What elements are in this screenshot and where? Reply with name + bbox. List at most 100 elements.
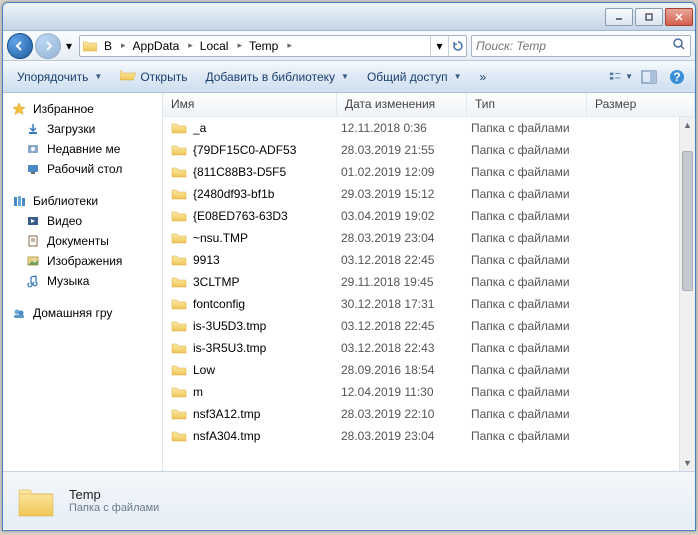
nav-back-button[interactable] [7, 33, 33, 59]
sidebar-libraries-header[interactable]: Библиотеки [3, 191, 162, 211]
file-row[interactable]: nsfA304.tmp28.03.2019 23:04Папка с файла… [163, 425, 695, 447]
scroll-thumb[interactable] [682, 151, 693, 291]
breadcrumb-segment[interactable]: B [100, 36, 118, 56]
close-button[interactable] [665, 8, 693, 26]
scrollbar[interactable]: ▲ ▼ [679, 117, 695, 471]
file-name: ~nsu.TMP [193, 231, 341, 245]
file-type: Папка с файлами [471, 209, 591, 223]
navbar: ▾ B▸AppData▸Local▸Temp▸ ▾ [3, 31, 695, 61]
file-row[interactable]: {2480df93-bf1b29.03.2019 15:12Папка с фа… [163, 183, 695, 205]
breadcrumb[interactable]: B▸AppData▸Local▸Temp▸ ▾ [79, 35, 467, 57]
refresh-button[interactable] [448, 36, 466, 56]
file-name: fontconfig [193, 297, 341, 311]
nav-forward-button[interactable] [35, 33, 61, 59]
file-row[interactable]: Low28.09.2016 18:54Папка с файлами [163, 359, 695, 381]
file-type: Папка с файлами [471, 319, 591, 333]
minimize-button[interactable] [605, 8, 633, 26]
nav-history-dropdown[interactable]: ▾ [63, 36, 75, 56]
file-row[interactable]: ~nsu.TMP28.03.2019 23:04Папка с файлами [163, 227, 695, 249]
chevron-right-icon[interactable]: ▸ [284, 40, 295, 51]
search-box[interactable] [471, 35, 691, 57]
open-button[interactable]: Открыть [112, 64, 195, 89]
file-name: {2480df93-bf1b [193, 187, 341, 201]
file-date: 28.03.2019 21:55 [341, 143, 471, 157]
add-to-library-button[interactable]: Добавить в библиотеку▼ [197, 66, 356, 88]
sidebar-icon [25, 233, 41, 249]
folder-icon [171, 230, 189, 246]
file-row[interactable]: 991303.12.2018 22:45Папка с файлами [163, 249, 695, 271]
folder-icon [171, 318, 189, 334]
file-name: {E08ED763-63D3 [193, 209, 341, 223]
file-type: Папка с файлами [471, 253, 591, 267]
maximize-button[interactable] [635, 8, 663, 26]
sidebar-item[interactable]: Загрузки [3, 119, 162, 139]
chevron-right-icon[interactable]: ▸ [118, 40, 129, 51]
file-name: m [193, 385, 341, 399]
file-row[interactable]: is-3U5D3.tmp03.12.2018 22:45Папка с файл… [163, 315, 695, 337]
breadcrumb-segment[interactable]: Temp [245, 36, 284, 56]
file-type: Папка с файлами [471, 187, 591, 201]
preview-pane-button[interactable] [637, 65, 661, 89]
file-row[interactable]: is-3R5U3.tmp03.12.2018 22:43Папка с файл… [163, 337, 695, 359]
sidebar-item[interactable]: Видео [3, 211, 162, 231]
sidebar-icon [25, 141, 41, 157]
search-input[interactable] [476, 39, 672, 53]
explorer-window: ▾ B▸AppData▸Local▸Temp▸ ▾ Упорядочить▼ О… [2, 2, 696, 531]
file-row[interactable]: 3CLTMP29.11.2018 19:45Папка с файлами [163, 271, 695, 293]
scroll-up-button[interactable]: ▲ [680, 117, 695, 133]
file-type: Папка с файлами [471, 165, 591, 179]
chevron-right-icon[interactable]: ▸ [234, 40, 245, 51]
breadcrumb-segment[interactable]: Local [196, 36, 235, 56]
file-name: nsfA304.tmp [193, 429, 341, 443]
breadcrumb-dropdown[interactable]: ▾ [430, 36, 448, 56]
view-options-button[interactable]: ▼ [609, 65, 633, 89]
folder-icon [171, 252, 189, 268]
file-date: 01.02.2019 12:09 [341, 165, 471, 179]
file-row[interactable]: {E08ED763-63D303.04.2019 19:02Папка с фа… [163, 205, 695, 227]
sidebar-favorites-header[interactable]: Избранное [3, 99, 162, 119]
svg-text:?: ? [673, 70, 680, 84]
column-size[interactable]: Размер [587, 93, 695, 116]
file-type: Папка с файлами [471, 407, 591, 421]
file-name: is-3R5U3.tmp [193, 341, 341, 355]
share-button[interactable]: Общий доступ▼ [359, 66, 470, 88]
details-name: Temp [69, 487, 159, 502]
scroll-down-button[interactable]: ▼ [680, 455, 695, 471]
details-pane: Temp Папка с файлами [3, 471, 695, 529]
file-list: Имя Дата изменения Тип Размер _a12.11.20… [163, 93, 695, 471]
sidebar-item[interactable]: Документы [3, 231, 162, 251]
folder-icon [171, 384, 189, 400]
help-button[interactable]: ? [665, 65, 689, 89]
toolbar-overflow[interactable]: » [471, 66, 494, 88]
sidebar-icon [25, 273, 41, 289]
file-name: _a [193, 121, 341, 135]
file-date: 03.12.2018 22:45 [341, 319, 471, 333]
column-name[interactable]: Имя [163, 93, 337, 116]
column-type[interactable]: Тип [467, 93, 587, 116]
folder-icon [171, 208, 189, 224]
file-date: 28.03.2019 23:04 [341, 231, 471, 245]
folder-icon [171, 406, 189, 422]
file-type: Папка с файлами [471, 143, 591, 157]
chevron-right-icon[interactable]: ▸ [185, 40, 196, 51]
column-date[interactable]: Дата изменения [337, 93, 467, 116]
sidebar-item[interactable]: Музыка [3, 271, 162, 291]
organize-button[interactable]: Упорядочить▼ [9, 66, 110, 88]
file-name: {79DF15C0-ADF53 [193, 143, 341, 157]
sidebar-homegroup-header[interactable]: Домашняя гру [3, 303, 162, 323]
file-row[interactable]: m12.04.2019 11:30Папка с файлами [163, 381, 695, 403]
file-row[interactable]: {811C88B3-D5F501.02.2019 12:09Папка с фа… [163, 161, 695, 183]
sidebar-item[interactable]: Недавние ме [3, 139, 162, 159]
file-name: {811C88B3-D5F5 [193, 165, 341, 179]
file-row[interactable]: fontconfig30.12.2018 17:31Папка с файлам… [163, 293, 695, 315]
sidebar-item[interactable]: Рабочий стол [3, 159, 162, 179]
folder-open-icon [120, 68, 136, 85]
folder-icon [171, 296, 189, 312]
file-row[interactable]: nsf3A12.tmp28.03.2019 22:10Папка с файла… [163, 403, 695, 425]
breadcrumb-segment[interactable]: AppData [129, 36, 186, 56]
file-row[interactable]: {79DF15C0-ADF5328.03.2019 21:55Папка с ф… [163, 139, 695, 161]
sidebar-item[interactable]: Изображения [3, 251, 162, 271]
folder-icon [171, 428, 189, 444]
file-row[interactable]: _a12.11.2018 0:36Папка с файлами [163, 117, 695, 139]
folder-icon [80, 40, 100, 52]
